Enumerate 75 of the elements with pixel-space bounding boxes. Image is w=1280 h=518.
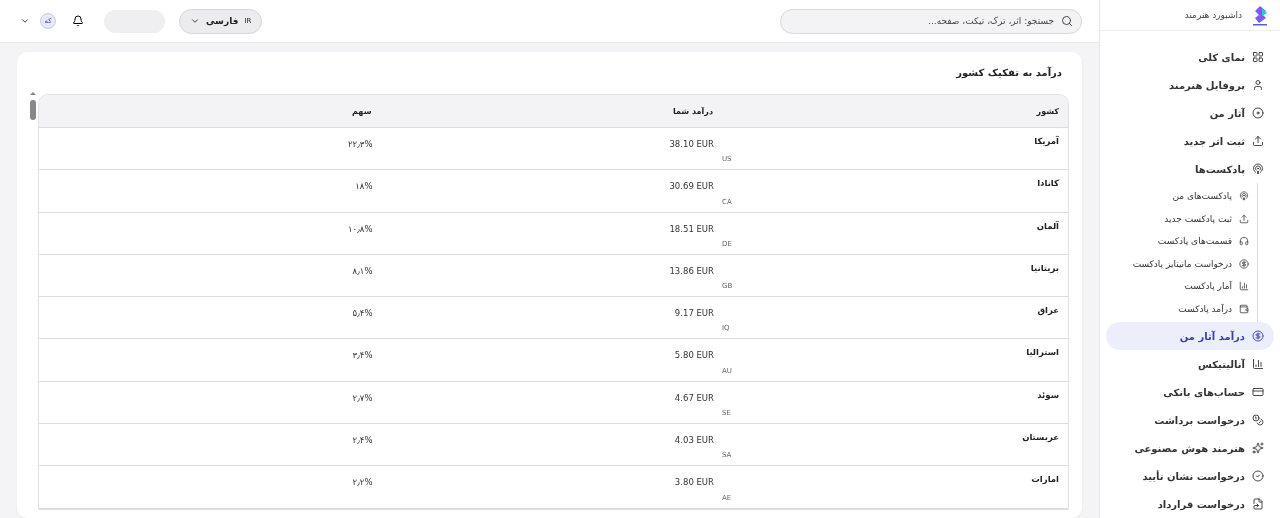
- column-header: درآمد شما: [671, 105, 714, 118]
- country-name: امارات: [1031, 474, 1059, 485]
- table-cell-text: 4.03 EUR: [673, 434, 715, 448]
- table-cell-text: 13.86 EUR: [668, 264, 715, 278]
- country-name: آمریکا: [1034, 136, 1059, 146]
- country-name: سوئد: [1037, 389, 1059, 400]
- submenu-item[interactable]: درآمد پادکست: [1106, 297, 1257, 320]
- sidebar-item[interactable]: نمای کلی: [1106, 43, 1274, 71]
- table-cell-text: 3.80 EUR: [673, 476, 715, 490]
- user-icon: [1252, 79, 1264, 91]
- headphones-icon: [1239, 236, 1249, 247]
- coins-icon: [1252, 414, 1264, 426]
- table-cell-text: ۳٫۴%: [351, 349, 374, 363]
- country-name: عراق: [1037, 305, 1059, 316]
- wallet-icon: [1239, 303, 1249, 314]
- sidebar-item[interactable]: درخواست نشان تأیید: [1106, 462, 1274, 490]
- country-name: بریتانیا: [1030, 262, 1059, 273]
- submenu-item[interactable]: آمار پادکست: [1106, 275, 1257, 298]
- card-title: درآمد به تفکیک کشور: [954, 67, 1063, 78]
- file-icon: [1252, 498, 1264, 510]
- table-cell-text: 9.17 EUR: [673, 307, 715, 321]
- sidebar-item[interactable]: پادکست‌ها: [1106, 155, 1274, 183]
- sidebar-item[interactable]: ثبت اثر جدید: [1106, 127, 1274, 155]
- table-cell-text: ۲٫۲%: [351, 476, 374, 490]
- table-cell-text: ۸٫۱%: [351, 264, 374, 278]
- sparkles-icon: [1252, 442, 1264, 454]
- table-cell-text: ۱۰٫۸%: [346, 222, 374, 236]
- disc-icon: [1252, 107, 1264, 119]
- chevron-down-icon: [190, 16, 200, 26]
- table-cell-text: ۲٫۷%: [351, 391, 374, 405]
- country-name: استرالیا: [1026, 347, 1059, 358]
- sidebar-item[interactable]: آنالیتیکس: [1106, 350, 1274, 378]
- column-header: سهم: [351, 105, 373, 118]
- dollar-icon: [1239, 258, 1249, 269]
- search-icon: [1061, 14, 1073, 27]
- sidebar-item[interactable]: هنرمند هوش مصنوعی: [1106, 434, 1274, 462]
- bar-chart-icon: [1239, 281, 1249, 292]
- upload-icon: [1252, 135, 1264, 147]
- table-cell-text: 18.51 EUR: [668, 222, 715, 236]
- scrollbar-drawing[interactable]: [28, 90, 38, 120]
- country-name: عربستان: [1022, 432, 1059, 443]
- submenu-item[interactable]: قسمت‌های پادکست: [1106, 230, 1257, 253]
- search-field[interactable]: جستجو: اثر، ترک، تیکت، صفحه...: [780, 8, 1082, 34]
- dollar-icon: [1252, 330, 1264, 342]
- table-cell-text: 30.69 EUR: [668, 180, 715, 194]
- table-cell-text: 38.10 EUR: [668, 138, 715, 151]
- podcast-icon: [1239, 191, 1249, 202]
- grid-icon: [1252, 51, 1264, 63]
- bell-icon: [72, 15, 84, 27]
- sidebar-item[interactable]: آثار من: [1106, 99, 1274, 127]
- table-cell-text: ۱۸%: [354, 180, 374, 194]
- bar-chart-icon: [1252, 358, 1264, 370]
- sidebar-item[interactable]: درخواست قرارداد: [1106, 490, 1274, 518]
- country-name: آلمان: [1036, 220, 1059, 231]
- sidebar-item[interactable]: پروفایل هنرمند: [1106, 71, 1274, 99]
- submenu-item[interactable]: پادکست‌های من: [1106, 185, 1257, 208]
- table-cell-text: ۵٫۴%: [351, 307, 374, 321]
- chevron-down-icon[interactable]: [20, 16, 30, 26]
- table-cell-text: 5.80 EUR: [673, 349, 715, 363]
- table-cell-text: ۲۲٫۳%: [346, 138, 374, 151]
- sidebar-item[interactable]: درآمد آثار من: [1106, 322, 1274, 350]
- table-cell-text: ۲٫۴%: [351, 434, 374, 448]
- upload-icon: [1239, 213, 1249, 224]
- submenu-item[interactable]: ثبت پادکست جدید: [1106, 207, 1257, 230]
- card-icon: [1252, 386, 1264, 398]
- podcast-icon: [1252, 163, 1264, 175]
- submenu-item[interactable]: درخواست مانیتایز پادکست: [1106, 252, 1257, 275]
- logo-icon: [1250, 4, 1270, 26]
- sidebar-item[interactable]: حساب‌های بانکی: [1106, 378, 1274, 406]
- sidebar-title: داشبورد هنرمند: [1184, 10, 1242, 20]
- column-header: کشور: [1035, 105, 1060, 118]
- country-name: کانادا: [1037, 178, 1059, 189]
- check-circle-icon: [1252, 470, 1264, 482]
- sidebar-item[interactable]: درخواست برداشت: [1106, 406, 1274, 434]
- table-cell-text: 4.67 EUR: [673, 391, 715, 405]
